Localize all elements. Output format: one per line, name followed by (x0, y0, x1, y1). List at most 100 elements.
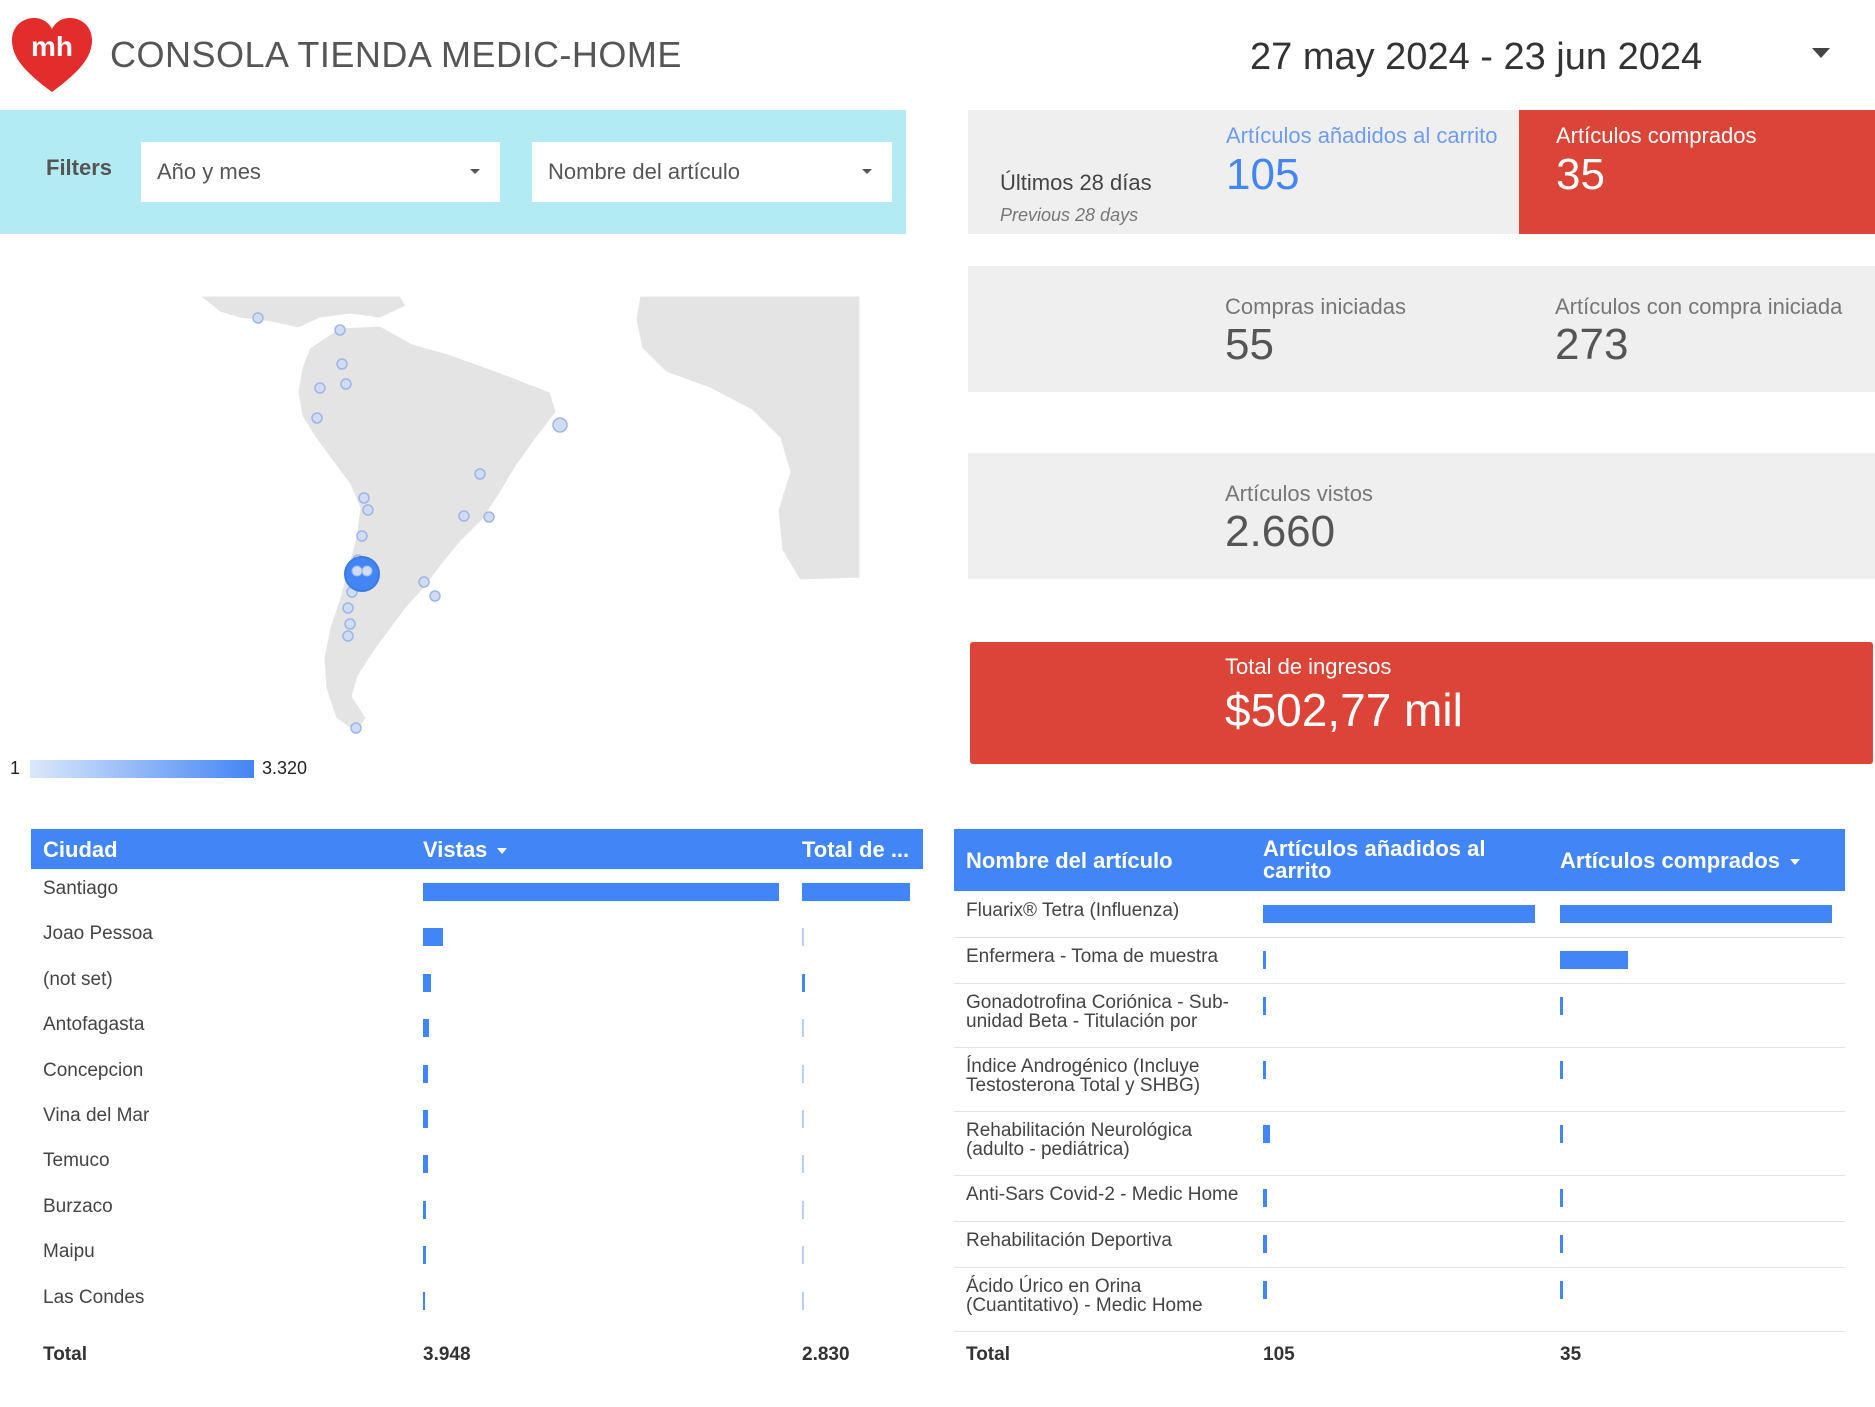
col-header-purchased[interactable]: Artículos comprados (1560, 848, 1801, 874)
table-row[interactable]: Ácido Úrico en Orina (Cuantitativo) - Me… (954, 1269, 1845, 1332)
added-bar (1263, 951, 1266, 969)
central-america-shape (198, 295, 407, 329)
added-bar (1263, 1125, 1270, 1143)
table-row[interactable]: Gonadotrofina Coriónica - Sub-unidad Bet… (954, 985, 1845, 1048)
purchased-bar (1560, 1281, 1563, 1299)
city-name: Las Condes (43, 1287, 145, 1308)
item-name: Gonadotrofina Coriónica - Sub-unidad Bet… (966, 992, 1229, 1032)
views-bar (423, 1110, 428, 1128)
city-name: Santiago (43, 878, 119, 899)
table-row[interactable]: Temuco (31, 1145, 923, 1185)
chevron-down-icon (470, 169, 480, 174)
table-row[interactable]: Burzaco (31, 1191, 923, 1231)
views-bar (423, 928, 443, 946)
added-bar (1263, 1235, 1267, 1253)
kpi-value-added-to-cart: 105 (1226, 150, 1300, 199)
city-total-label: Total (43, 1344, 87, 1365)
kpi-label-added-to-cart: Artículos añadidos al carrito (1226, 123, 1498, 148)
added-bar (1263, 1061, 1266, 1079)
added-bar (1263, 1281, 1267, 1299)
city-name: (not set) (43, 969, 113, 990)
year-month-filter[interactable]: Año y mes (141, 142, 500, 202)
kpi-label-purchased: Artículos comprados (1556, 123, 1757, 148)
col-header-item-name[interactable]: Nombre del artículo (966, 848, 1173, 874)
item-name: Índice Androgénico (Incluye Testosterona… (966, 1056, 1201, 1096)
city-name: Vina del Mar (43, 1105, 150, 1126)
sort-desc-icon (1790, 859, 1801, 866)
santiago-bubble[interactable] (344, 556, 380, 592)
added-bar (1263, 997, 1266, 1015)
purchased-bar (1560, 997, 1563, 1015)
views-bar (423, 1201, 426, 1219)
total-bar (802, 1155, 804, 1173)
total-bar (802, 1065, 804, 1083)
item-name: Anti-Sars Covid-2 - Medic Home (966, 1184, 1239, 1205)
table-row[interactable]: Antofagasta (31, 1009, 923, 1049)
kpi-label-revenue: Total de ingresos (1225, 654, 1392, 679)
city-name: Burzaco (43, 1196, 113, 1217)
table-row[interactable]: Santiago (31, 873, 923, 913)
table-row[interactable]: Anti-Sars Covid-2 - Medic Home (954, 1177, 1845, 1222)
table-row[interactable]: Rehabilitación Deportiva (954, 1223, 1845, 1268)
purchased-bar (1560, 1061, 1563, 1079)
col-header-purchased-label: Artículos comprados (1560, 848, 1781, 873)
item-name-filter[interactable]: Nombre del artículo (532, 142, 892, 202)
total-bar (802, 1246, 804, 1264)
item-name: Rehabilitación Deportiva (966, 1230, 1172, 1251)
total-bar (802, 928, 804, 946)
col-header-added[interactable]: Artículos añadidos al carrito (1263, 838, 1513, 882)
date-range-selector[interactable]: 27 may 2024 - 23 jun 2024 (1250, 36, 1702, 79)
comparison-previous-label: Previous 28 days (1000, 205, 1139, 225)
year-month-filter-label: Año y mes (157, 159, 261, 184)
legend-max: 3.320 (262, 758, 308, 778)
col-header-vistas[interactable]: Vistas (423, 837, 508, 863)
legend-min: 1 (10, 758, 21, 778)
item-name: Enfermera - Toma de muestra (966, 946, 1219, 967)
table-row[interactable]: Fluarix® Tetra (Influenza) (954, 893, 1845, 938)
kpi-label-items-viewed: Artículos vistos (1225, 481, 1373, 506)
legend-gradient (30, 760, 254, 778)
city-name: Maipu (43, 1241, 95, 1262)
table-row[interactable]: (not set) (31, 964, 923, 1004)
item-total-purchased: 35 (1560, 1344, 1582, 1365)
added-bar (1263, 1189, 1267, 1207)
date-range-dropdown-icon[interactable] (1812, 48, 1830, 58)
table-row[interactable]: Índice Androgénico (Incluye Testosterona… (954, 1049, 1845, 1112)
views-bar (423, 883, 779, 901)
views-bar (423, 1246, 426, 1264)
kpi-card-checkouts (968, 266, 1875, 392)
purchased-bar (1560, 1235, 1563, 1253)
table-row[interactable]: Maipu (31, 1236, 923, 1276)
table-row[interactable]: Enfermera - Toma de muestra (954, 939, 1845, 984)
table-row[interactable]: Vina del Mar (31, 1100, 923, 1140)
views-bar (423, 1292, 425, 1310)
col-header-total[interactable]: Total de ... (802, 837, 909, 863)
kpi-label-items-checkout: Artículos con compra iniciada (1555, 294, 1843, 319)
purchased-bar (1560, 1125, 1563, 1143)
chevron-down-icon (862, 169, 872, 174)
map-bubble (351, 565, 363, 577)
table-row[interactable]: Joao Pessoa (31, 918, 923, 958)
map-bubble (361, 565, 373, 577)
page-title: CONSOLA TIENDA MEDIC-HOME (110, 34, 682, 75)
geo-map[interactable] (180, 288, 861, 748)
table-row[interactable]: Concepcion (31, 1055, 923, 1095)
item-name: Fluarix® Tetra (Influenza) (966, 900, 1180, 921)
col-header-ciudad[interactable]: Ciudad (43, 837, 118, 863)
total-bar (802, 1201, 804, 1219)
city-total-total: 2.830 (802, 1344, 850, 1365)
item-name: Ácido Úrico en Orina (Cuantitativo) - Me… (966, 1276, 1203, 1316)
city-name: Concepcion (43, 1060, 144, 1081)
sort-desc-icon (497, 848, 508, 855)
item-total-added: 105 (1263, 1344, 1295, 1365)
item-name: Rehabilitación Neurológica (adulto - ped… (966, 1120, 1193, 1160)
kpi-value-items-checkout: 273 (1555, 320, 1629, 369)
svg-text:mh: mh (31, 31, 73, 62)
table-row[interactable]: Rehabilitación Neurológica (adulto - ped… (954, 1113, 1845, 1176)
kpi-value-purchased: 35 (1556, 150, 1605, 199)
city-name: Joao Pessoa (43, 923, 153, 944)
south-america-shape (297, 325, 557, 733)
table-row[interactable]: Las Condes (31, 1282, 923, 1322)
added-bar (1263, 905, 1535, 923)
item-total-label: Total (966, 1344, 1010, 1365)
